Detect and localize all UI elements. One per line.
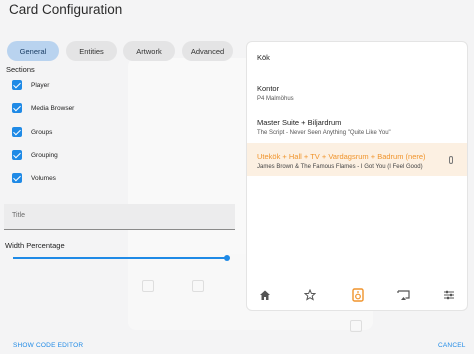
volumes-checkbox[interactable] — [12, 173, 22, 183]
player-now-playing: The Script - Never Seen Anything "Quite … — [257, 130, 391, 136]
show-code-editor-button[interactable]: SHOW CODE EDITOR — [13, 342, 83, 349]
groups-checkbox-label: Groups — [31, 128, 53, 136]
dialog-title: Card Configuration — [9, 2, 123, 17]
ghost-grid-icon — [192, 280, 204, 292]
title-input-label: Title — [12, 212, 25, 219]
card-preview: Kök Kontor P4 Malmöhus Master Suite + Bi… — [246, 41, 468, 311]
player-name: Kontor — [257, 84, 280, 93]
preview-navbar — [247, 285, 467, 309]
card-configuration-dialog: Card Configuration General Entities Artw… — [0, 0, 474, 354]
player-name: Utekök + Hall + TV + Vardagsrum + Badrum… — [257, 152, 426, 161]
speaker-icon[interactable] — [348, 285, 368, 305]
player-now-playing: James Brown & The Famous Flames - I Got … — [257, 164, 423, 170]
cast-icon[interactable] — [393, 285, 413, 305]
cancel-button[interactable]: CANCEL — [438, 342, 466, 349]
sections-heading: Sections — [6, 65, 35, 74]
width-slider-thumb[interactable] — [224, 255, 230, 261]
player-item-master-suite[interactable]: Master Suite + Biljardrum The Script - N… — [247, 111, 467, 141]
section-checkbox-player: Player — [12, 79, 49, 91]
tab-entities[interactable]: Entities — [66, 41, 117, 61]
player-checkbox[interactable] — [12, 80, 22, 90]
player-item-kontor[interactable]: Kontor P4 Malmöhus — [247, 78, 467, 108]
width-percentage-label: Width Percentage — [5, 241, 65, 250]
thermometer-icon — [449, 156, 453, 164]
player-name: Kök — [257, 53, 270, 62]
width-slider-track[interactable] — [13, 257, 229, 259]
player-now-playing: P4 Malmöhus — [257, 96, 294, 102]
tab-artwork[interactable]: Artwork — [123, 41, 175, 61]
ghost-home-icon — [142, 280, 154, 292]
player-item-utekok-group[interactable]: Utekök + Hall + TV + Vardagsrum + Badrum… — [247, 143, 467, 176]
groups-checkbox[interactable] — [12, 127, 22, 137]
player-item-kok[interactable]: Kök — [247, 42, 467, 72]
section-checkbox-grouping: Grouping — [12, 149, 58, 161]
player-name: Master Suite + Biljardrum — [257, 118, 342, 127]
grouping-checkbox-label: Grouping — [31, 151, 58, 159]
tab-advanced[interactable]: Advanced — [182, 41, 233, 61]
player-checkbox-label: Player — [31, 81, 50, 89]
grouping-checkbox[interactable] — [12, 150, 22, 160]
section-checkbox-groups: Groups — [12, 126, 52, 138]
star-icon[interactable] — [300, 285, 320, 305]
title-input[interactable]: Title — [4, 204, 235, 230]
section-checkbox-volumes: Volumes — [12, 172, 56, 184]
home-icon[interactable] — [255, 285, 275, 305]
media-browser-checkbox-label: Media Browser — [31, 104, 75, 112]
section-checkbox-media-browser: Media Browser — [12, 102, 74, 114]
tab-general[interactable]: General — [7, 41, 59, 61]
ghost-speaker-icon — [350, 320, 362, 332]
media-browser-checkbox[interactable] — [12, 103, 22, 113]
dialog-header: Card Configuration — [0, 0, 474, 26]
sliders-icon[interactable] — [439, 285, 459, 305]
volumes-checkbox-label: Volumes — [31, 174, 56, 182]
